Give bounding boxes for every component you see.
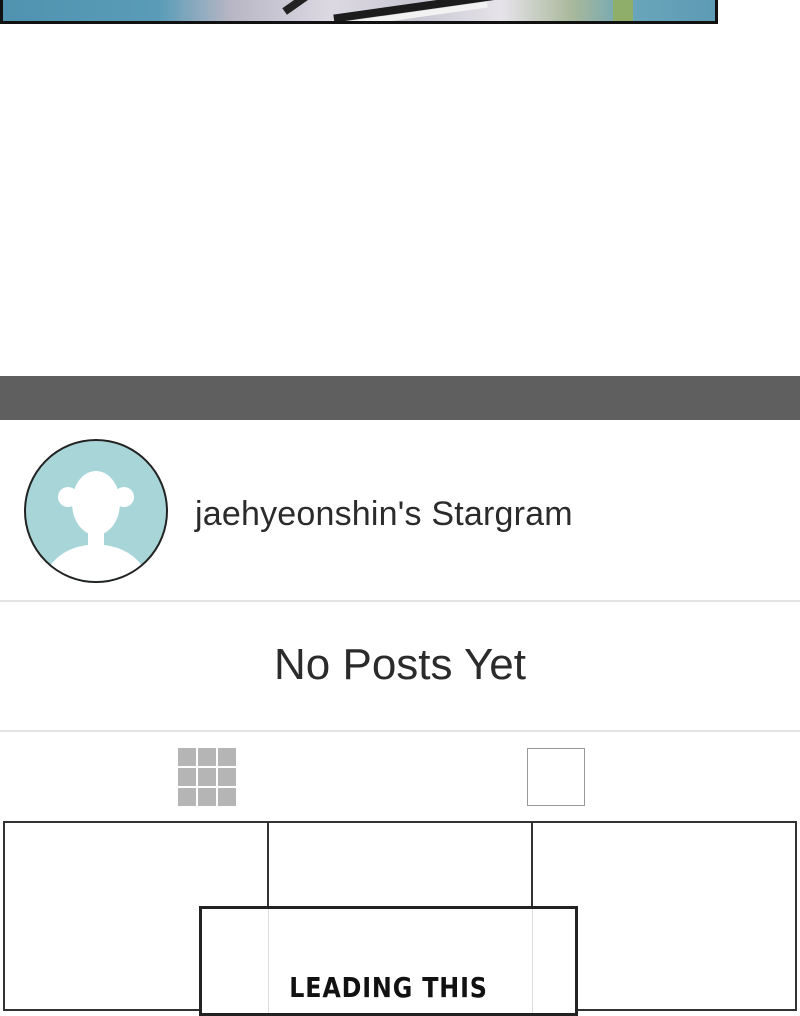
divider [0,600,800,602]
comic-caption: LEADING THIS [289,971,488,1004]
single-view-icon[interactable] [527,748,585,806]
profile-title: jaehyeonshin's Stargram [195,495,573,533]
empty-feed-message: No Posts Yet [274,640,526,689]
default-avatar-icon [42,471,150,581]
comic-panel-top [0,0,718,24]
grid-view-icon[interactable] [178,748,238,808]
view-tab-bar [0,732,800,820]
profile-row: jaehyeonshin's Stargram [0,420,800,600]
profile-header-bar [0,376,800,420]
avatar[interactable] [24,439,168,583]
